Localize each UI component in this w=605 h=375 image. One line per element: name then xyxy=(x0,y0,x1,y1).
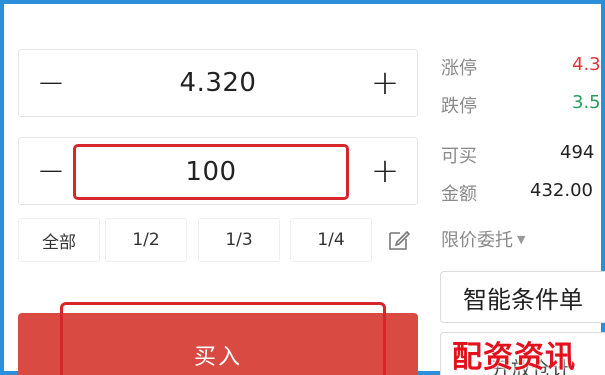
limit-down-label: 跌停 xyxy=(441,96,477,117)
limit-down-value: 3.5 xyxy=(572,92,601,113)
quantity-stepper: − 100 + xyxy=(18,137,418,205)
order-type-label: 限价委托 xyxy=(441,230,513,251)
can-buy-value: 494 xyxy=(560,142,595,163)
amount-label: 金额 xyxy=(441,184,477,205)
watermark-text: 配资资讯 xyxy=(452,340,576,375)
fraction-all-button[interactable]: 全部 xyxy=(18,218,100,262)
limit-up-label: 涨停 xyxy=(441,58,477,79)
quantity-input[interactable]: 100 xyxy=(73,144,349,200)
price-stepper: − 4.320 + xyxy=(18,49,418,117)
price-decrease-button[interactable]: − xyxy=(19,50,83,116)
price-input[interactable]: 4.320 xyxy=(83,50,353,116)
position-fraction-row: 全部 1/2 1/3 1/4 xyxy=(18,218,418,262)
limit-up-value: 4.3 xyxy=(572,54,601,75)
can-buy-label: 可买 xyxy=(441,146,477,167)
fraction-third-button[interactable]: 1/3 xyxy=(198,218,280,262)
fraction-half-button[interactable]: 1/2 xyxy=(105,218,187,262)
order-type-select[interactable]: 限价委托 ▼ xyxy=(441,226,525,252)
chevron-down-icon: ▼ xyxy=(517,232,526,246)
smart-order-button[interactable]: 智能条件单 xyxy=(440,271,605,323)
fraction-quarter-button[interactable]: 1/4 xyxy=(290,218,372,262)
price-increase-button[interactable]: + xyxy=(353,50,417,116)
edit-icon[interactable] xyxy=(386,227,412,253)
amount-value: 432.00 xyxy=(530,180,593,201)
quantity-increase-button[interactable]: + xyxy=(353,138,417,204)
buy-button[interactable]: 买入 xyxy=(18,313,418,375)
